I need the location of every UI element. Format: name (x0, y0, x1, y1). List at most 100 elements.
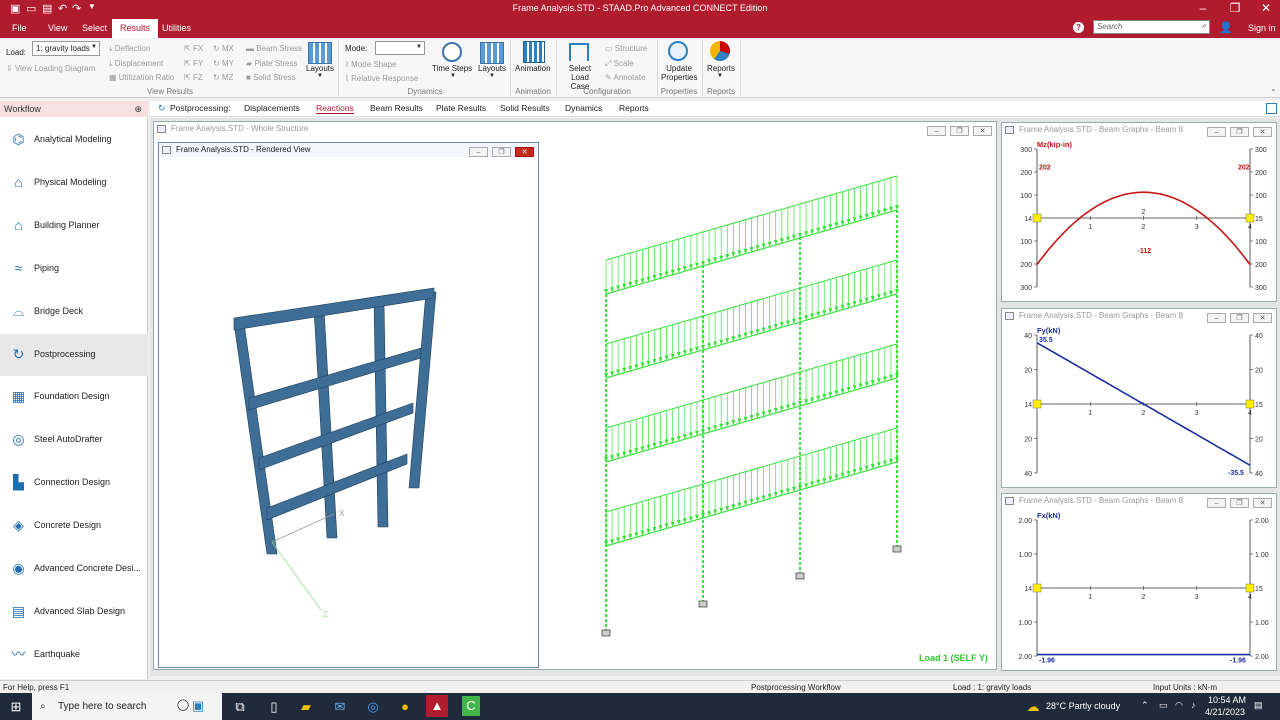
plate-stress-button[interactable]: ▰ Plate Stress (246, 59, 298, 68)
minimize-icon[interactable]: – (1207, 498, 1226, 508)
workflow-item-physical-modeling[interactable]: ⌂ Physical Modeling (0, 162, 148, 204)
panel-toggle-icon[interactable] (1266, 103, 1277, 114)
tab-reactions[interactable]: Reactions (316, 103, 354, 114)
layouts-icon[interactable] (480, 42, 504, 64)
tray-chevron-icon[interactable]: ⌃ (1141, 700, 1149, 711)
cortana-icon[interactable]: ◯ (175, 697, 191, 713)
menu-view[interactable]: View (42, 19, 73, 38)
edge-icon[interactable]: ◎ (365, 699, 381, 715)
reports-icon[interactable] (710, 41, 730, 61)
relative-response-button[interactable]: ⌇ Relative Response (345, 74, 418, 83)
task-view-icon[interactable]: ⧉ (232, 699, 248, 715)
layouts-button[interactable]: Layouts (306, 64, 334, 73)
tab-displacements[interactable]: Displacements (244, 103, 300, 113)
assistant-icon[interactable]: ▣ (190, 698, 206, 714)
workflow-item-bridge-deck[interactable]: ⌓ Bridge Deck (0, 291, 148, 333)
workflow-item-piping[interactable]: ≈ Piping (0, 248, 148, 290)
fx-button[interactable]: ⇱ FX (184, 44, 203, 53)
close-icon[interactable]: ✕ (1253, 127, 1272, 137)
tab-plate-results[interactable]: Plate Results (436, 103, 486, 113)
workflow-item-advanced-concrete-desi[interactable]: ◉ Advanced Concrete Desi... (0, 548, 148, 590)
time-steps-icon[interactable] (442, 42, 462, 62)
structure-button[interactable]: ▭ Structure (605, 44, 647, 53)
menu-select[interactable]: Select (76, 19, 113, 38)
app-taskbar-icon[interactable]: C (462, 696, 480, 716)
workflow-item-building-planner[interactable]: ⌂ Building Planner (0, 205, 148, 247)
layouts-dynamics-button[interactable]: Layouts (478, 64, 506, 73)
pin-icon[interactable]: ⊕ (134, 101, 142, 117)
mail-icon[interactable]: ✉ (332, 699, 348, 715)
workflow-item-earthquake[interactable]: 〰 Earthquake (0, 634, 148, 676)
workflow-item-connection-design[interactable]: ▙ Connection Design (0, 462, 148, 504)
scale-button[interactable]: ⤢ Scale (605, 59, 634, 69)
minimize-icon[interactable]: – (469, 147, 488, 157)
layouts-dynamics-dropdown-icon[interactable]: ▼ (489, 73, 495, 79)
fz-button[interactable]: ⇱ FZ (184, 73, 203, 82)
search-icon[interactable]: ⌕ (1202, 20, 1206, 32)
workflow-item-advanced-slab-design[interactable]: ▤ Advanced Slab Design (0, 591, 148, 633)
mx-button[interactable]: ↻ MX (213, 44, 234, 53)
restore-icon[interactable]: ❐ (950, 126, 969, 136)
wifi-icon[interactable]: ◠ (1175, 700, 1183, 711)
sign-in-link[interactable]: Sign in (1248, 23, 1276, 33)
animation-button[interactable]: Animation (515, 64, 551, 73)
restore-icon[interactable]: ❐ (1230, 498, 1249, 508)
minimize-icon[interactable]: – (1207, 313, 1226, 323)
my-button[interactable]: ↻ MY (213, 59, 234, 68)
workflow-item-postprocessing[interactable]: ↻ Postprocessing (0, 333, 148, 376)
restore-icon[interactable]: ❐ (1230, 127, 1249, 137)
beam-graph-fx-window[interactable]: Frame Analysis.STD - Beam Graphs - Beam … (1001, 493, 1277, 671)
view-loading-diagram-button[interactable]: ⇩ View Loading Diagram (6, 64, 95, 73)
displacement-button[interactable]: ⤓ Displacement (109, 59, 163, 69)
beam-stress-button[interactable]: ▬ Beam Stress (246, 44, 302, 53)
restore-icon[interactable]: ❐ (492, 147, 511, 157)
rendered-view-window[interactable]: Frame Analysis.STD - Rendered View – ❐ ✕ X… (158, 142, 539, 668)
layouts-dropdown-icon[interactable]: ▼ (317, 73, 323, 79)
restore-icon[interactable]: ❐ (1230, 313, 1249, 323)
tab-reports[interactable]: Reports (619, 103, 649, 113)
close-icon[interactable]: ✕ (973, 126, 992, 136)
clock-time[interactable]: 10:54 AM (1208, 695, 1246, 705)
user-icon[interactable]: 👤 (1219, 21, 1233, 34)
file-icon[interactable]: ▯ (266, 699, 282, 715)
update-properties-button[interactable]: Update Properties (661, 64, 697, 82)
load-select[interactable]: 1: gravity loads ▼ (32, 41, 100, 56)
minimize-icon[interactable]: – (1207, 127, 1226, 137)
reports-dropdown-icon[interactable]: ▼ (717, 73, 723, 79)
time-steps-dropdown-icon[interactable]: ▼ (450, 73, 456, 79)
search-input[interactable]: Search ⌕ (1093, 20, 1210, 34)
close-icon[interactable]: ✕ (1253, 498, 1272, 508)
clock-date[interactable]: 4/21/2023 (1205, 707, 1245, 717)
close-icon[interactable]: ✕ (1254, 1, 1278, 15)
collapse-ribbon-icon[interactable]: ⌃ (1270, 88, 1277, 97)
annotate-button[interactable]: ✎ Annotate (605, 73, 646, 82)
select-load-case-icon[interactable] (569, 43, 589, 61)
windows-start-icon[interactable]: ⊞ (8, 699, 24, 715)
deflection-button[interactable]: ⤓ Deflection (109, 44, 150, 54)
mode-select[interactable]: ▼ (375, 41, 425, 55)
workflow-item-steel-autodrafter[interactable]: ◎ Steel AutoDrafter (0, 419, 148, 461)
fy-button[interactable]: ⇱ FY (184, 59, 203, 68)
mode-shape-button[interactable]: ⌇ Mode Shape (345, 60, 397, 69)
rendered-3d-view[interactable]: X Z (159, 158, 538, 667)
animation-icon[interactable] (523, 41, 545, 63)
chrome-icon[interactable]: ● (397, 699, 413, 715)
utilization-ratio-button[interactable]: ▦ Utilization Ratio (109, 73, 174, 82)
file-explorer-icon[interactable]: ▰ (298, 699, 314, 715)
volume-icon[interactable]: ♪ (1191, 700, 1196, 710)
time-steps-button[interactable]: Time Steps (432, 64, 472, 73)
notification-icon[interactable]: ▤ (1254, 700, 1263, 711)
workflow-item-analytical-modeling[interactable]: ⌬ Analytical Modeling (0, 119, 148, 161)
tab-dynamics[interactable]: Dynamics (565, 103, 602, 113)
layouts-icon[interactable] (308, 42, 332, 64)
beam-graph-fy-window[interactable]: Frame Analysis.STD - Beam Graphs - Beam … (1001, 308, 1277, 488)
close-icon[interactable]: ✕ (1253, 313, 1272, 323)
mz-button[interactable]: ↻ MZ (213, 73, 234, 82)
workflow-item-concrete-design[interactable]: ◈ Concrete Design (0, 505, 148, 547)
network-icon[interactable]: ▭ (1159, 700, 1168, 711)
reports-button[interactable]: Reports (707, 64, 735, 73)
restore-icon[interactable]: ❐ (1223, 1, 1247, 15)
update-properties-icon[interactable] (668, 41, 688, 61)
close-icon[interactable]: ✕ (515, 147, 534, 157)
minimize-icon[interactable]: – (1191, 1, 1215, 15)
